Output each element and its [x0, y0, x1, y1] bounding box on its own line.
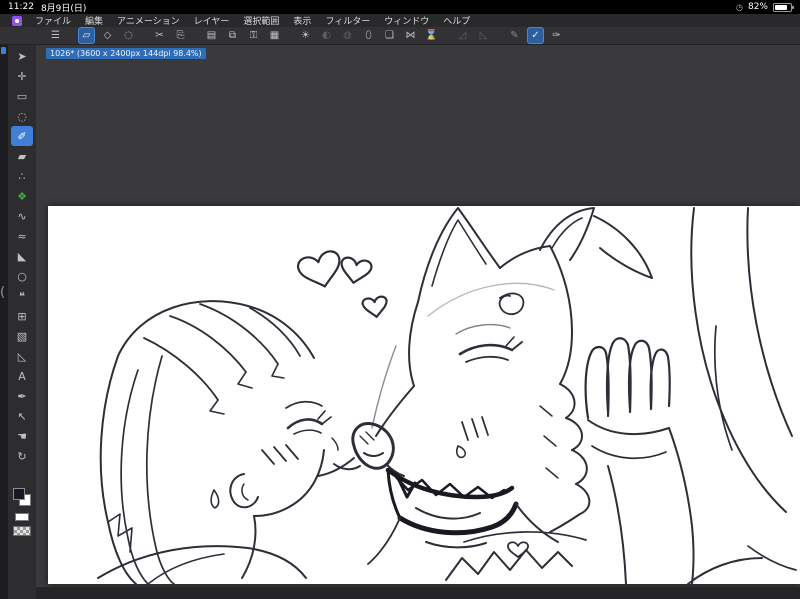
chest-fluff: [445, 531, 587, 581]
droplet-icon[interactable]: ⬯: [361, 28, 376, 43]
eraser-tool-icon[interactable]: ▰: [11, 146, 33, 166]
menu-window[interactable]: ウィンドウ: [377, 14, 436, 27]
status-bar: 11:22 8月9日(日) ◷ 82%: [0, 0, 800, 14]
workspace: 1026* (3600 x 2400px 144dpi 98.4%): [36, 45, 800, 599]
snap-diamond-icon[interactable]: ◇: [100, 28, 115, 43]
tool-palette: ➤ ✛ ▭ ◌ ✐ ▰ ∴ ❖ ∿ ≈ ◣ ○ ❝ ⊞ ▧ ◺ A ✒ ↖ ☚ …: [8, 45, 36, 599]
battery-percent: 82%: [747, 2, 768, 12]
main-menu-icon[interactable]: ☰: [48, 28, 63, 43]
menu-view[interactable]: 表示: [286, 14, 318, 27]
marquee-tool-icon[interactable]: ▭: [11, 86, 33, 106]
status-left: 11:22 8月9日(日): [8, 1, 86, 14]
hand-on-cheek: [584, 337, 695, 584]
artwork-sketch: [97, 207, 797, 584]
balloon-tool-icon[interactable]: ❝: [11, 286, 33, 306]
snap-circle-icon[interactable]: ◌: [121, 28, 136, 43]
figure-tool-icon[interactable]: ○: [11, 266, 33, 286]
drawing-canvas[interactable]: [48, 206, 800, 584]
document-tab[interactable]: 1026* (3600 x 2400px 144dpi 98.4%): [46, 48, 206, 59]
menu-selection[interactable]: 選択範囲: [236, 14, 286, 27]
stabilizer-on-icon[interactable]: ✓: [528, 28, 543, 43]
canvas-new-icon[interactable]: ▤: [204, 28, 219, 43]
command-bar: ☰ ▱ ◇ ◌ ✂ ⎘ ▤ ⧉ ⚿ ▦ ☀ ◐ ◍ ⬯ ❏ ⋈ ⌛ ◿ ◺ ✎ …: [0, 27, 800, 45]
stabilizer-icon[interactable]: ✎: [507, 28, 522, 43]
flip-horizontal-icon[interactable]: ⋈: [403, 28, 418, 43]
app-logo-icon[interactable]: [12, 15, 22, 26]
girl-head: [97, 300, 361, 584]
ruler-tool-icon[interactable]: ◺: [11, 346, 33, 366]
transparent-color-swatch[interactable]: [13, 526, 31, 536]
battery-icon: [773, 2, 794, 12]
pen-pressure-icon[interactable]: ✑: [549, 28, 564, 43]
lock-icon[interactable]: ⚿: [246, 28, 261, 43]
menu-layer[interactable]: レイヤー: [187, 14, 237, 27]
rail-edit-indicator: [1, 47, 6, 54]
status-time: 11:22: [8, 2, 34, 12]
clip-studio-screen: 11:22 8月9日(日) ◷ 82% ファイル 編集 アニメーション レイヤー…: [0, 0, 800, 599]
text-tool-icon[interactable]: A: [11, 366, 33, 386]
hand-tool-icon[interactable]: ☚: [11, 426, 33, 446]
mane-lines: [687, 207, 797, 584]
cut-icon[interactable]: ✂: [152, 28, 167, 43]
frame-tool-icon[interactable]: ⊞: [11, 306, 33, 326]
pages-icon[interactable]: ⧉: [225, 28, 240, 43]
move-tool-icon[interactable]: ✛: [11, 66, 33, 86]
menu-file[interactable]: ファイル: [28, 14, 78, 27]
contrast-icon: ◐: [322, 29, 331, 41]
tone-icon: ◍: [343, 29, 352, 41]
operation-tool-icon[interactable]: ➤: [11, 46, 33, 66]
grid-icon[interactable]: ▦: [267, 28, 282, 43]
menu-bar: ファイル 編集 アニメーション レイヤー 選択範囲 表示 フィルター ウィンドウ…: [0, 14, 800, 27]
bottom-strip: [36, 587, 800, 599]
angle-snap-2-icon: ◺: [479, 29, 488, 41]
transform-icon[interactable]: ▱: [79, 28, 94, 43]
arrow-tool-icon[interactable]: ↖: [11, 406, 33, 426]
rotate-tool-icon[interactable]: ↻: [11, 446, 33, 466]
mix-tool-icon[interactable]: ≈: [11, 226, 33, 246]
status-right: ◷ 82%: [736, 2, 794, 12]
hourglass-icon[interactable]: ⌛: [424, 28, 439, 43]
marker-tool-icon[interactable]: ✐: [11, 126, 33, 146]
palette-collapse-handle[interactable]: (: [0, 278, 10, 306]
lasso-tool-icon[interactable]: ◌: [11, 106, 33, 126]
status-indicator-icon: ◷: [736, 2, 743, 12]
nib-tool-icon[interactable]: ✒: [11, 386, 33, 406]
crop-icon[interactable]: ❏: [382, 28, 397, 43]
blend-tool-icon[interactable]: ∿: [11, 206, 33, 226]
sub-color-swatch[interactable]: [15, 513, 29, 521]
decoration-tool-icon[interactable]: ❖: [11, 186, 33, 206]
main-area: ( ➤ ✛ ▭ ◌ ✐ ▰ ∴ ❖ ∿ ≈ ◣ ○ ❝ ⊞ ▧ ◺ A ✒ ↖ …: [0, 45, 800, 599]
menu-help[interactable]: ヘルプ: [436, 14, 477, 27]
status-date: 8月9日(日): [40, 3, 87, 14]
hearts-doodle: [296, 250, 388, 318]
foreground-color-swatch[interactable]: [13, 488, 25, 500]
paste-icon[interactable]: ⎘: [173, 28, 188, 43]
color-swatches[interactable]: [13, 488, 31, 506]
left-rail: (: [0, 45, 8, 599]
menu-filter[interactable]: フィルター: [318, 14, 377, 27]
angle-snap-1-icon: ◿: [458, 29, 467, 41]
fill-tool-icon[interactable]: ◣: [11, 246, 33, 266]
menu-edit[interactable]: 編集: [78, 14, 110, 27]
airbrush-tool-icon[interactable]: ∴: [11, 166, 33, 186]
menu-animation[interactable]: アニメーション: [110, 14, 187, 27]
gradient-tool-icon[interactable]: ▧: [11, 326, 33, 346]
brightness-icon[interactable]: ☀: [298, 28, 313, 43]
